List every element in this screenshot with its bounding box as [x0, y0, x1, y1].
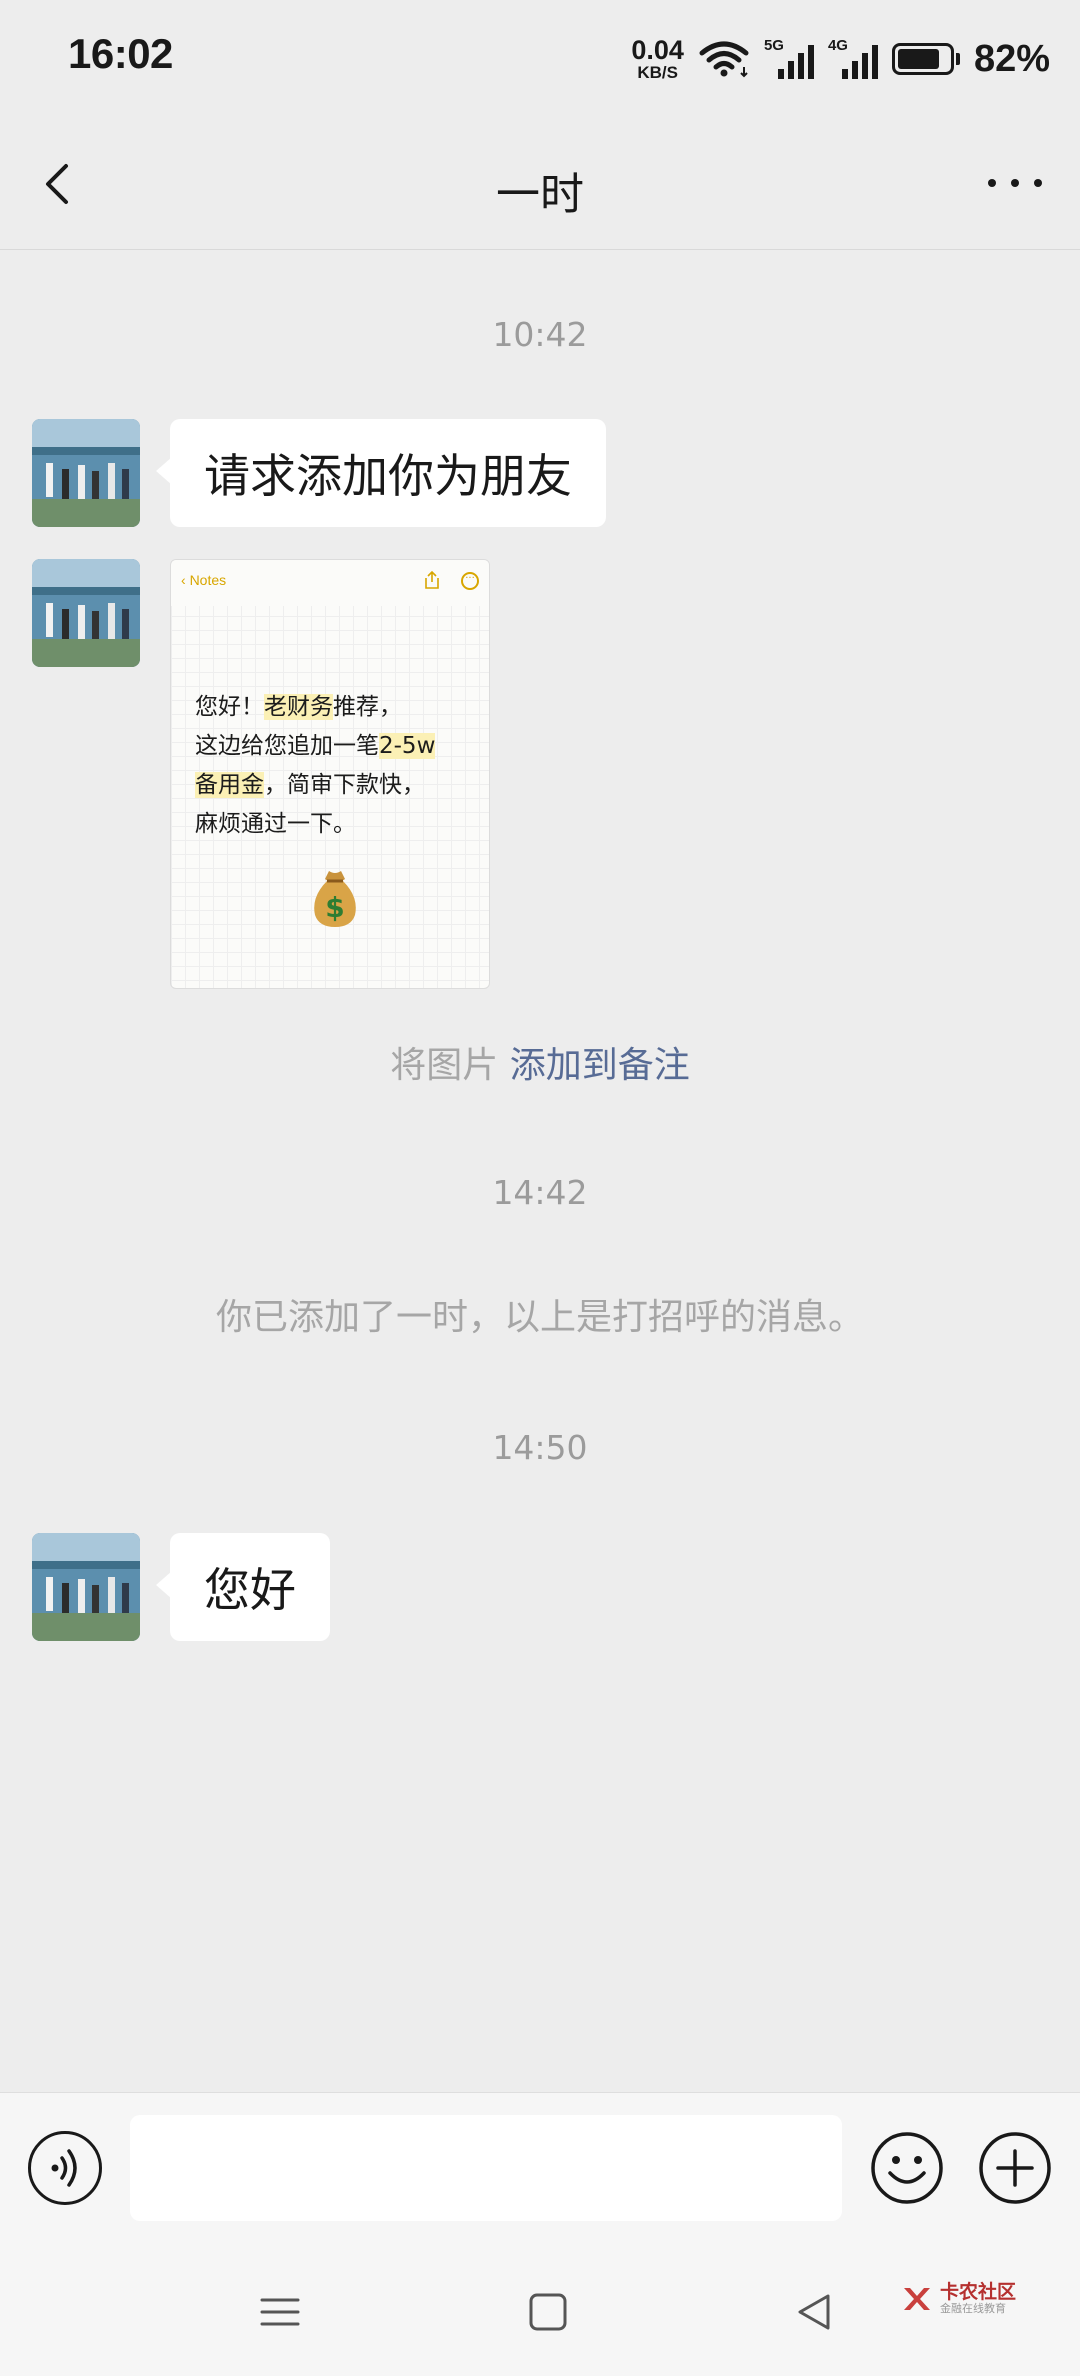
battery-percent: 82% — [973, 37, 1050, 80]
more-options-button[interactable] — [980, 158, 1050, 208]
message-bubble[interactable]: 请求添加你为朋友 — [156, 419, 606, 527]
chat-message-list[interactable]: 10:42 请求添加你为朋友 ‹ Notes ··· 您好！老财务推荐， 这边给… — [0, 251, 1080, 2091]
recent-apps-button[interactable] — [250, 2282, 310, 2342]
notes-header: ‹ Notes ··· — [171, 560, 489, 606]
contact-avatar[interactable] — [32, 559, 140, 667]
message-timestamp: 10:42 — [492, 315, 588, 354]
watermark-logo-icon — [904, 2288, 930, 2310]
network-speed-value: 0.04 — [631, 35, 684, 65]
message-input[interactable] — [130, 2115, 842, 2221]
battery-icon — [891, 43, 960, 75]
voice-input-button[interactable] — [28, 2131, 102, 2205]
smiley-icon — [871, 2132, 943, 2204]
status-bar: 16:02 0.04 KB/S 5G 4G 82% — [0, 0, 1080, 118]
chat-header: 一时 — [0, 118, 1080, 250]
home-button[interactable] — [518, 2282, 578, 2342]
more-dot-icon — [1034, 179, 1042, 187]
more-dot-icon — [988, 179, 996, 187]
message-timestamp: 14:42 — [492, 1173, 588, 1212]
svg-text:$: $ — [325, 891, 344, 924]
money-bag-icon: $ — [314, 871, 356, 927]
system-back-button[interactable] — [784, 2282, 844, 2342]
add-to-notes-link[interactable]: 添加到备注 — [510, 1045, 690, 1086]
system-notice: 你已添加了一时，以上是打招呼的消息。 — [215, 1297, 864, 1338]
share-icon — [425, 570, 439, 589]
contact-avatar[interactable] — [32, 1533, 140, 1641]
contact-avatar[interactable] — [32, 419, 140, 527]
notes-body: 您好！老财务推荐， 这边给您追加一笔2-5w 备用金，简审下款快， 麻烦通过一下… — [195, 694, 436, 837]
message-text: 请求添加你为朋友 — [204, 449, 572, 503]
signal-5g-icon: 5G — [764, 37, 814, 79]
signal-4g-icon: 4G — [828, 37, 878, 79]
voice-icon — [51, 2149, 77, 2187]
more-functions-button[interactable] — [978, 2131, 1052, 2205]
notes-back-label: ‹ Notes — [181, 572, 227, 588]
input-bar — [0, 2092, 1080, 2242]
menu-icon — [260, 2298, 300, 2326]
image-message[interactable]: ‹ Notes ··· 您好！老财务推荐， 这边给您追加一笔2-5w 备用金，简… — [170, 559, 490, 989]
status-icons: 0.04 KB/S 5G 4G 82% — [631, 34, 1050, 84]
watermark: 卡农社区 金融在线教育 — [900, 2282, 1016, 2316]
wifi-icon — [699, 41, 749, 78]
watermark-subtitle: 金融在线教育 — [940, 2302, 1006, 2316]
more-dot-icon — [1011, 179, 1019, 187]
system-navigation-bar: 卡农社区 金融在线教育 — [0, 2242, 1080, 2376]
ellipsis-icon: ··· — [461, 572, 479, 590]
network-speed-unit: KB/S — [637, 63, 678, 82]
plus-circle-icon — [979, 2132, 1051, 2204]
message-timestamp: 14:50 — [492, 1428, 588, 1467]
triangle-back-icon — [798, 2294, 830, 2330]
status-time: 16:02 — [68, 30, 173, 77]
message-bubble[interactable]: 您好 — [156, 1533, 330, 1641]
chat-title: 一时 — [496, 169, 584, 220]
watermark-title: 卡农社区 — [940, 2281, 1017, 2304]
emoji-button[interactable] — [870, 2131, 944, 2205]
square-icon — [529, 2293, 567, 2331]
message-text: 您好 — [204, 1563, 296, 1617]
network-speed: 0.04 KB/S — [631, 35, 684, 82]
add-to-notes-prompt: 将图片 添加到备注 — [390, 1045, 690, 1086]
